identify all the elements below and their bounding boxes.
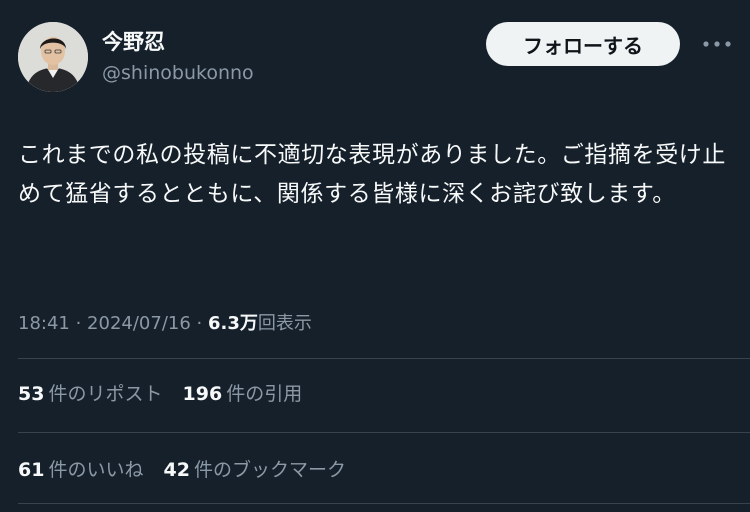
avatar-image: [18, 22, 88, 92]
stats-row-reposts: 53 件のリポスト 196 件の引用: [18, 380, 316, 408]
user-handle[interactable]: @shinobukonno: [102, 60, 254, 86]
views-count[interactable]: 6.3万: [208, 313, 258, 334]
tweet-meta: 18:41 · 2024/07/16 · 6.3万回表示: [18, 310, 312, 338]
divider: [18, 358, 750, 359]
divider: [18, 432, 750, 433]
meta-separator: ·: [69, 313, 88, 334]
bookmarks-label: 件のブックマーク: [193, 459, 346, 481]
avatar[interactable]: [18, 22, 88, 92]
quotes-label: 件の引用: [226, 383, 303, 405]
bookmarks-count: 42: [163, 459, 190, 481]
likes-count: 61: [18, 459, 45, 481]
reposts-stat[interactable]: 53 件のリポスト: [18, 380, 162, 408]
user-meta: 今野忍 @shinobukonno: [102, 28, 254, 86]
tweet-time[interactable]: 18:41: [18, 313, 70, 334]
display-name[interactable]: 今野忍: [102, 28, 254, 56]
tweet-header: 今野忍 @shinobukonno フォローする: [18, 22, 732, 96]
divider: [18, 503, 750, 504]
more-horizontal-icon[interactable]: [702, 36, 732, 52]
likes-stat[interactable]: 61 件のいいね: [18, 456, 143, 484]
follow-button[interactable]: フォローする: [486, 22, 680, 66]
reposts-label: 件のリポスト: [48, 383, 163, 405]
stats-row-likes: 61 件のいいね 42 件のブックマーク: [18, 456, 360, 484]
quotes-stat[interactable]: 196 件の引用: [183, 380, 303, 408]
meta-separator: ·: [190, 313, 208, 334]
quotes-count: 196: [182, 383, 223, 405]
reposts-count: 53: [18, 383, 45, 405]
tweet-date[interactable]: 2024/07/16: [87, 313, 191, 334]
likes-label: 件のいいね: [48, 459, 144, 481]
views-label: 回表示: [257, 313, 312, 334]
tweet-text: これまでの私の投稿に不適切な表現がありました。ご指摘を受け止めて猛省するとともに…: [18, 142, 726, 207]
bookmarks-stat[interactable]: 42 件のブックマーク: [164, 456, 346, 484]
